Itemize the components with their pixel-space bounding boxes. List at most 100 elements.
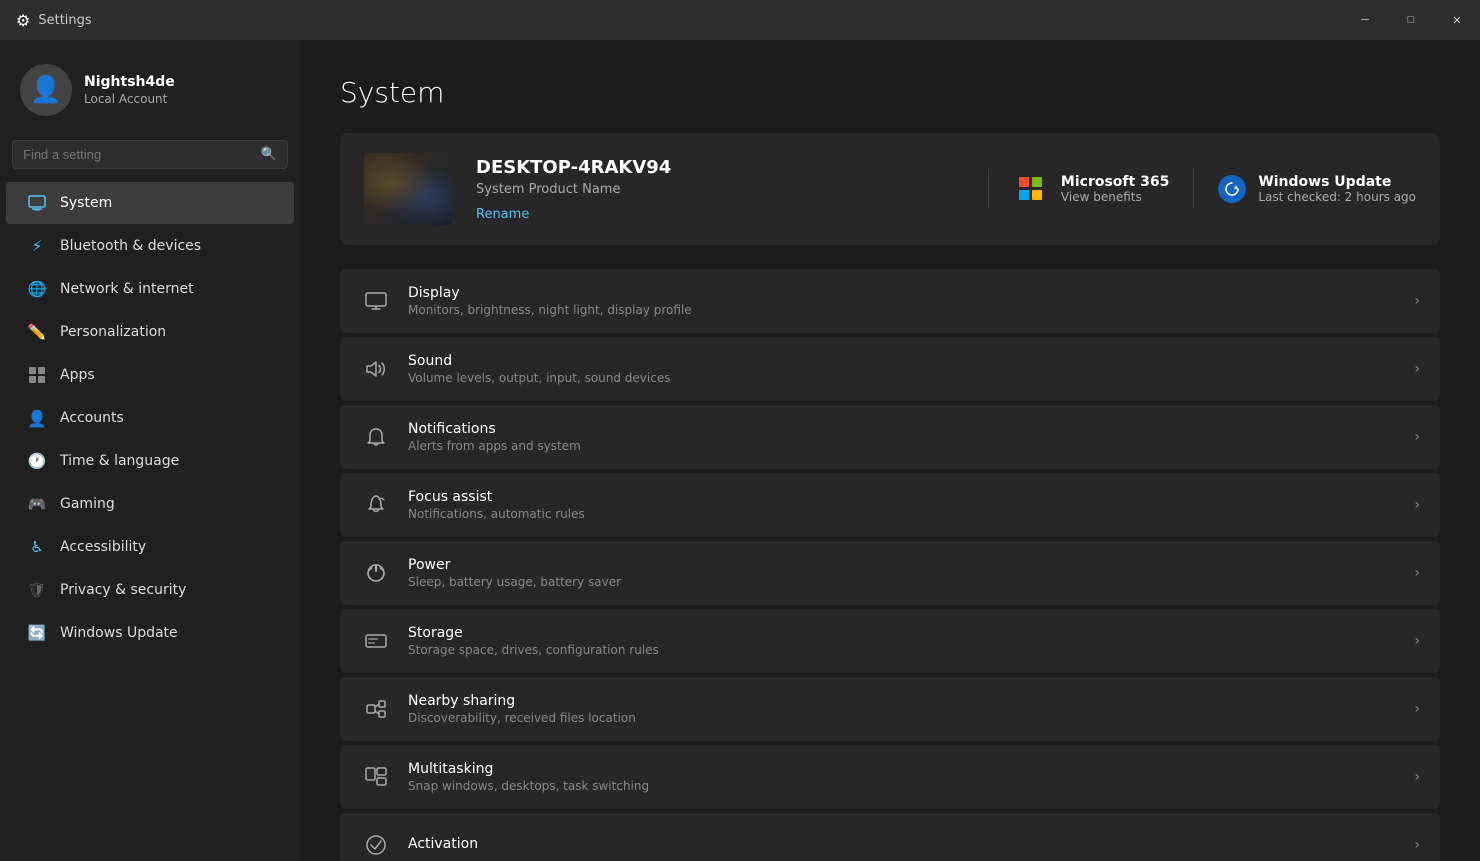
content-area: 👤 Nightsh4de Local Account 🔍: [0, 40, 1480, 861]
nav-list: System ⚡ Bluetooth & devices 🌐 Network &…: [0, 181, 300, 655]
settings-item-sound[interactable]: Sound Volume levels, output, input, soun…: [340, 337, 1440, 401]
sidebar-item-time[interactable]: 🕐 Time & language: [6, 440, 294, 482]
device-name: DESKTOP-4RAKV94: [476, 157, 964, 178]
microsoft365-icon: [1013, 171, 1049, 207]
sidebar-item-network[interactable]: 🌐 Network & internet: [6, 268, 294, 310]
display-title: Display: [408, 285, 1398, 301]
sidebar-item-gaming[interactable]: 🎮 Gaming: [6, 483, 294, 525]
device-image: [364, 153, 452, 225]
activation-icon: [360, 829, 392, 861]
sidebar-item-accessibility[interactable]: ♿ Accessibility: [6, 526, 294, 568]
sidebar-item-label-update: Windows Update: [60, 625, 178, 641]
settings-item-display[interactable]: Display Monitors, brightness, night ligh…: [340, 269, 1440, 333]
minimize-button[interactable]: ─: [1342, 0, 1388, 40]
titlebar-left: ⚙ Settings: [16, 11, 92, 30]
user-info: Nightsh4de Local Account: [84, 74, 175, 106]
sidebar-item-apps[interactable]: Apps: [6, 354, 294, 396]
multitasking-icon: [360, 761, 392, 793]
sound-text: Sound Volume levels, output, input, soun…: [408, 353, 1398, 385]
microsoft365-desc: View benefits: [1061, 190, 1169, 204]
settings-item-focus[interactable]: Focus assist Notifications, automatic ru…: [340, 473, 1440, 537]
apps-icon: [26, 364, 48, 386]
main-content: System DESKTOP-4RAKV94 System Product Na…: [300, 40, 1480, 861]
sidebar-item-personalization[interactable]: ✏️ Personalization: [6, 311, 294, 353]
device-header: DESKTOP-4RAKV94 System Product Name Rena…: [340, 133, 1440, 245]
power-desc: Sleep, battery usage, battery saver: [408, 575, 1398, 589]
settings-item-notifications[interactable]: Notifications Alerts from apps and syste…: [340, 405, 1440, 469]
windows-update-service[interactable]: Windows Update Last checked: 2 hours ago: [1218, 174, 1416, 204]
settings-item-multitasking[interactable]: Multitasking Snap windows, desktops, tas…: [340, 745, 1440, 809]
focus-desc: Notifications, automatic rules: [408, 507, 1398, 521]
settings-window: ⚙ Settings ─ □ ✕ 👤 Nightsh4de Local Acco…: [0, 0, 1480, 861]
ms365-red: [1019, 177, 1029, 187]
microsoft365-name: Microsoft 365: [1061, 174, 1169, 190]
user-name: Nightsh4de: [84, 74, 175, 90]
power-icon: [360, 557, 392, 589]
focus-icon: [360, 489, 392, 521]
settings-item-power[interactable]: Power Sleep, battery usage, battery save…: [340, 541, 1440, 605]
focus-text: Focus assist Notifications, automatic ru…: [408, 489, 1398, 521]
avatar-icon: 👤: [30, 75, 62, 105]
sidebar-item-label-time: Time & language: [60, 453, 179, 469]
focus-chevron: ›: [1414, 497, 1420, 513]
nearby-chevron: ›: [1414, 701, 1420, 717]
accessibility-icon: ♿: [26, 536, 48, 558]
sound-desc: Volume levels, output, input, sound devi…: [408, 371, 1398, 385]
windows-update-name: Windows Update: [1258, 174, 1416, 190]
settings-list: Display Monitors, brightness, night ligh…: [340, 269, 1440, 861]
sidebar-item-system[interactable]: System: [6, 182, 294, 224]
notifications-icon: [360, 421, 392, 453]
personalization-icon: ✏️: [26, 321, 48, 343]
notifications-title: Notifications: [408, 421, 1398, 437]
accounts-icon: 👤: [26, 407, 48, 429]
display-desc: Monitors, brightness, night light, displ…: [408, 303, 1398, 317]
bluetooth-icon: ⚡: [26, 235, 48, 257]
sidebar-item-label-accessibility: Accessibility: [60, 539, 146, 555]
nearby-text: Nearby sharing Discoverability, received…: [408, 693, 1398, 725]
sidebar-item-privacy[interactable]: 🛡 Privacy & security: [6, 569, 294, 611]
avatar: 👤: [20, 64, 72, 116]
device-type: System Product Name: [476, 182, 964, 197]
notifications-text: Notifications Alerts from apps and syste…: [408, 421, 1398, 453]
settings-item-nearby[interactable]: Nearby sharing Discoverability, received…: [340, 677, 1440, 741]
display-icon: [360, 285, 392, 317]
service-divider-1: [988, 169, 989, 209]
sidebar-item-label-accounts: Accounts: [60, 410, 124, 426]
sidebar-item-update[interactable]: 🔄 Windows Update: [6, 612, 294, 654]
nearby-icon: [360, 693, 392, 725]
power-title: Power: [408, 557, 1398, 573]
sidebar-item-bluetooth[interactable]: ⚡ Bluetooth & devices: [6, 225, 294, 267]
notifications-chevron: ›: [1414, 429, 1420, 445]
user-type: Local Account: [84, 92, 175, 106]
rename-link[interactable]: Rename: [476, 207, 529, 222]
microsoft365-service[interactable]: Microsoft 365 View benefits: [1013, 171, 1169, 207]
display-text: Display Monitors, brightness, night ligh…: [408, 285, 1398, 317]
storage-icon: [360, 625, 392, 657]
activation-text: Activation: [408, 836, 1398, 854]
user-section[interactable]: 👤 Nightsh4de Local Account: [0, 48, 300, 136]
storage-chevron: ›: [1414, 633, 1420, 649]
settings-item-activation[interactable]: Activation ›: [340, 813, 1440, 861]
display-chevron: ›: [1414, 293, 1420, 309]
time-icon: 🕐: [26, 450, 48, 472]
sidebar-item-accounts[interactable]: 👤 Accounts: [6, 397, 294, 439]
multitasking-chevron: ›: [1414, 769, 1420, 785]
sidebar-item-label-network: Network & internet: [60, 281, 194, 297]
system-icon: [26, 192, 48, 214]
search-input[interactable]: [23, 147, 253, 162]
ms365-green: [1032, 177, 1042, 187]
search-box[interactable]: 🔍: [12, 140, 288, 169]
sound-icon: [360, 353, 392, 385]
nearby-title: Nearby sharing: [408, 693, 1398, 709]
storage-text: Storage Storage space, drives, configura…: [408, 625, 1398, 657]
nearby-desc: Discoverability, received files location: [408, 711, 1398, 725]
maximize-button[interactable]: □: [1388, 0, 1434, 40]
close-button[interactable]: ✕: [1434, 0, 1480, 40]
sidebar-item-label-gaming: Gaming: [60, 496, 115, 512]
settings-app-icon: ⚙: [16, 11, 30, 30]
device-image-background: [364, 153, 452, 225]
settings-item-storage[interactable]: Storage Storage space, drives, configura…: [340, 609, 1440, 673]
sidebar: 👤 Nightsh4de Local Account 🔍: [0, 40, 300, 861]
power-text: Power Sleep, battery usage, battery save…: [408, 557, 1398, 589]
sound-title: Sound: [408, 353, 1398, 369]
